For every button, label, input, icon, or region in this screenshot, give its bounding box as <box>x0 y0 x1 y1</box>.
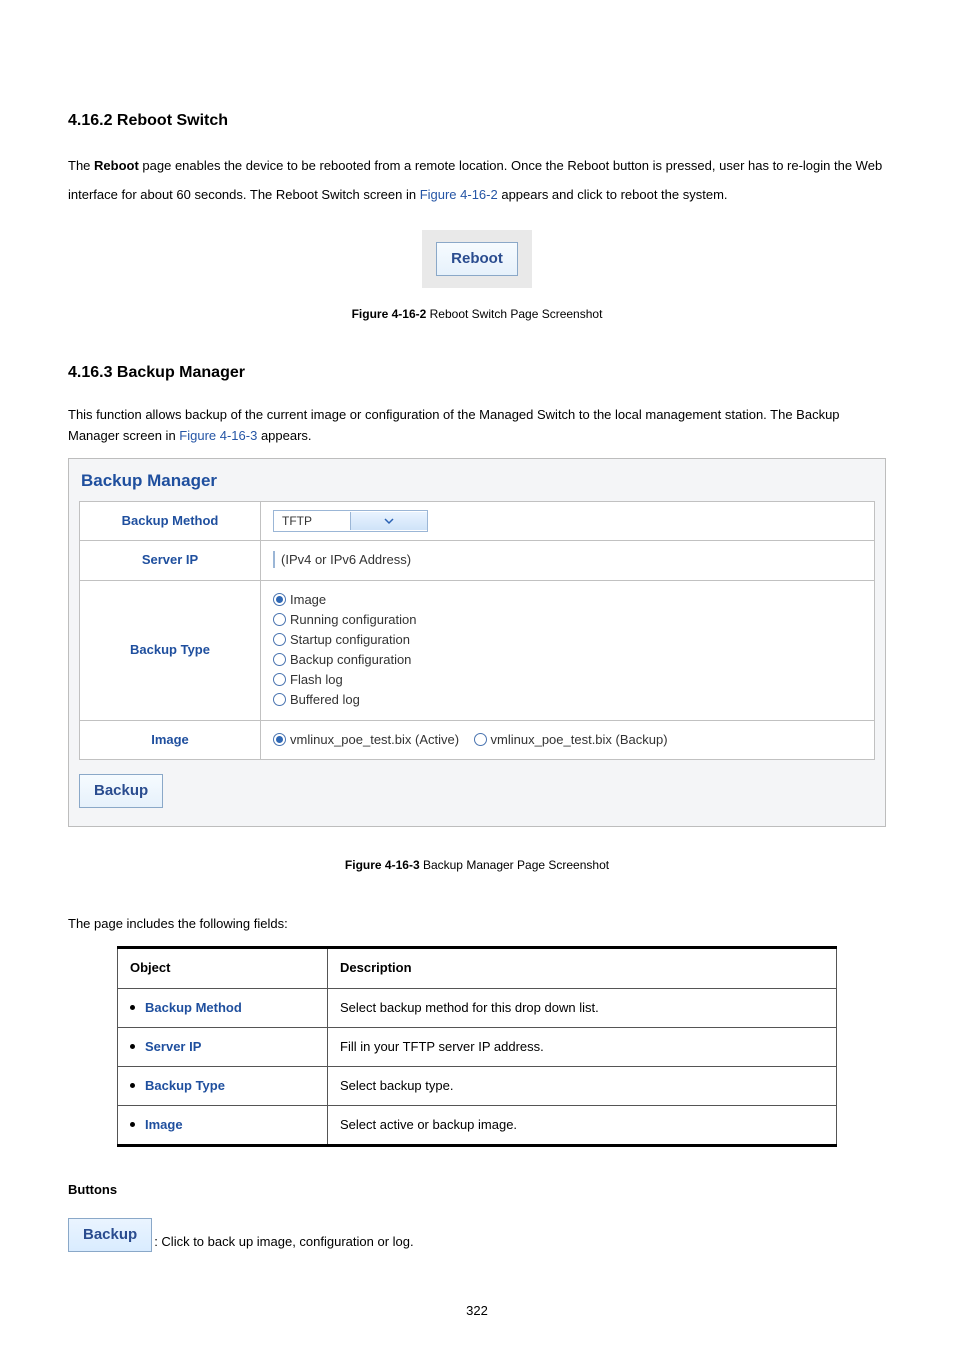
bullet-icon <box>130 1083 135 1088</box>
chevron-down-icon <box>350 512 427 530</box>
panel-title: Backup Manager <box>79 465 875 501</box>
radio-startup-config[interactable] <box>273 633 286 646</box>
radio-image-active[interactable] <box>273 733 286 746</box>
radio-buffered-log[interactable] <box>273 693 286 706</box>
backup-button-description-line: Backup : Click to back up image, configu… <box>68 1218 886 1252</box>
backup-method-select[interactable]: TFTP <box>273 510 428 532</box>
backup-type-options: Image Running configuration Startup conf… <box>261 580 875 720</box>
radio-image[interactable] <box>273 593 286 606</box>
radio-running-config[interactable] <box>273 613 286 626</box>
radio-image-backup[interactable] <box>474 733 487 746</box>
figref-4-16-2[interactable]: Figure 4-16-2 <box>420 187 498 202</box>
reboot-figure-panel: Reboot <box>422 230 532 288</box>
label-image: Image <box>80 720 261 759</box>
server-ip-input[interactable] <box>273 551 275 568</box>
backup-button-inline[interactable]: Backup <box>68 1218 152 1252</box>
label-backup-type: Backup Type <box>80 580 261 720</box>
caption-4-16-3: Figure 4-16-3 Backup Manager Page Screen… <box>68 857 886 874</box>
buttons-heading: Buttons <box>68 1181 886 1199</box>
backup-manager-panel: Backup Manager Backup Method TFTP Server… <box>68 458 886 826</box>
bullet-icon <box>130 1044 135 1049</box>
label-server-ip: Server IP <box>80 541 261 580</box>
backup-button-panel[interactable]: Backup <box>79 774 163 808</box>
caption-4-16-2: Figure 4-16-2 Reboot Switch Page Screens… <box>68 306 886 323</box>
radio-flash-log[interactable] <box>273 673 286 686</box>
page-number: 322 <box>68 1302 886 1320</box>
th-description: Description <box>328 948 837 988</box>
bullet-icon <box>130 1122 135 1127</box>
figref-4-16-3[interactable]: Figure 4-16-3 <box>179 428 257 443</box>
fields-intro: The page includes the following fields: <box>68 914 886 935</box>
reboot-button[interactable]: Reboot <box>436 242 518 276</box>
server-ip-note: (IPv4 or IPv6 Address) <box>281 552 411 567</box>
bullet-icon <box>130 1005 135 1010</box>
heading-reboot-switch: 4.16.2 Reboot Switch <box>68 110 886 132</box>
radio-backup-config[interactable] <box>273 653 286 666</box>
fields-table: Object Description Backup Method Select … <box>117 946 837 1147</box>
label-backup-method: Backup Method <box>80 502 261 541</box>
para-reboot: The Reboot page enables the device to be… <box>68 152 886 209</box>
th-object: Object <box>118 948 328 988</box>
para-backup: This function allows backup of the curre… <box>68 405 886 447</box>
heading-backup-manager: 4.16.3 Backup Manager <box>68 362 886 384</box>
